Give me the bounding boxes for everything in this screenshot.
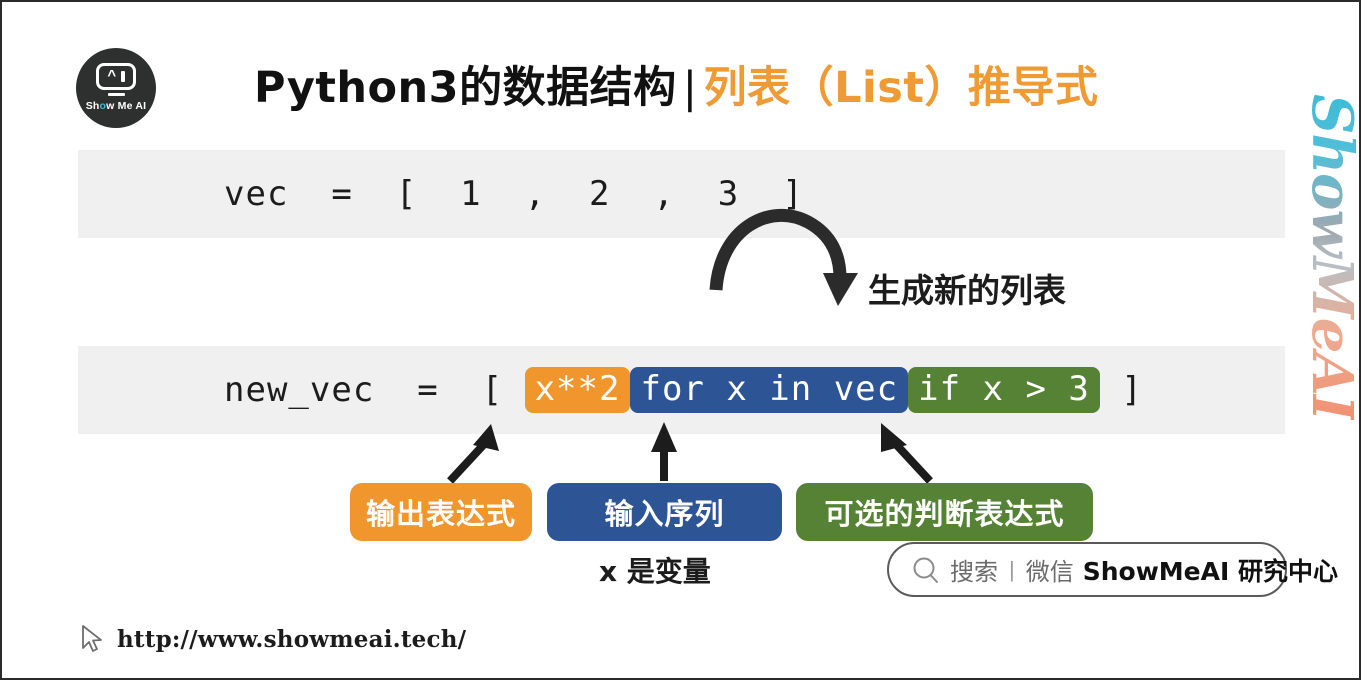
curved-arrow-icon (709, 208, 858, 306)
code-block-original: vec = [ 1 , 2 , 3 ] (78, 150, 1285, 238)
wechat-search-badge: 搜索 | 微信 ShowMeAI 研究中心 (887, 542, 1338, 597)
code-suffix: ] (1099, 370, 1143, 410)
badge-channel: 微信 (1025, 558, 1074, 586)
cursor-icon (82, 625, 102, 652)
watermark: ShowMeAI (1299, 94, 1359, 420)
logo-stand (107, 92, 125, 96)
page-title-separator: | (682, 63, 698, 113)
caption-generates-new-list: 生成新的列表 (868, 271, 1066, 310)
badge-separator: | (1009, 556, 1015, 582)
footer: http://www.showmeai.tech/ (80, 624, 466, 654)
chip-output-expression[interactable]: x**2 (524, 367, 631, 413)
robot-face-icon: ^ (96, 62, 136, 90)
badge-search-word: 搜索 (950, 558, 998, 586)
watermark-text: ShowMeAI (1299, 94, 1359, 420)
page-title-accent: 列表（List）推导式 (703, 63, 1099, 113)
code-block-comprehension: new_vec = [ x**2 for x in vec if x > 3 ] (78, 346, 1285, 434)
footer-url[interactable]: http://www.showmeai.tech/ (117, 626, 466, 653)
code-line-comprehension: new_vec = [ x**2 for x in vec if x > 3 ] (224, 367, 1143, 413)
search-icon (913, 557, 938, 583)
page-title: Python3的数据结构 | 列表（List）推导式 (254, 53, 1098, 115)
caption-x-is-variable: x 是变量 (599, 555, 711, 588)
code-prefix: new_vec = [ (224, 370, 525, 410)
logo-wordmark: Show Me AI (86, 100, 147, 112)
logo-word-prefix: Sh (85, 99, 100, 112)
badge-account-name: ShowMeAI 研究中心 (1082, 556, 1338, 586)
chip-input-sequence[interactable]: for x in vec (630, 367, 909, 413)
showmeai-logo: ^ Show Me AI (76, 48, 156, 128)
caret-eye-icon: ^ (107, 66, 117, 84)
bar-eye-icon (121, 70, 125, 82)
label-output-expression[interactable]: 输出表达式 (350, 483, 532, 541)
label-optional-condition[interactable]: 可选的判断表达式 (796, 483, 1093, 541)
page-title-main: Python3的数据结构 (254, 63, 677, 113)
label-input-sequence[interactable]: 输入序列 (547, 483, 782, 541)
logo-word-suffix: w Me AI (106, 99, 147, 112)
slide-canvas: ^ Show Me AI Python3的数据结构 | 列表（List）推导式 Sh… (0, 0, 1361, 680)
chip-condition-expression[interactable]: if x > 3 (908, 367, 1100, 413)
